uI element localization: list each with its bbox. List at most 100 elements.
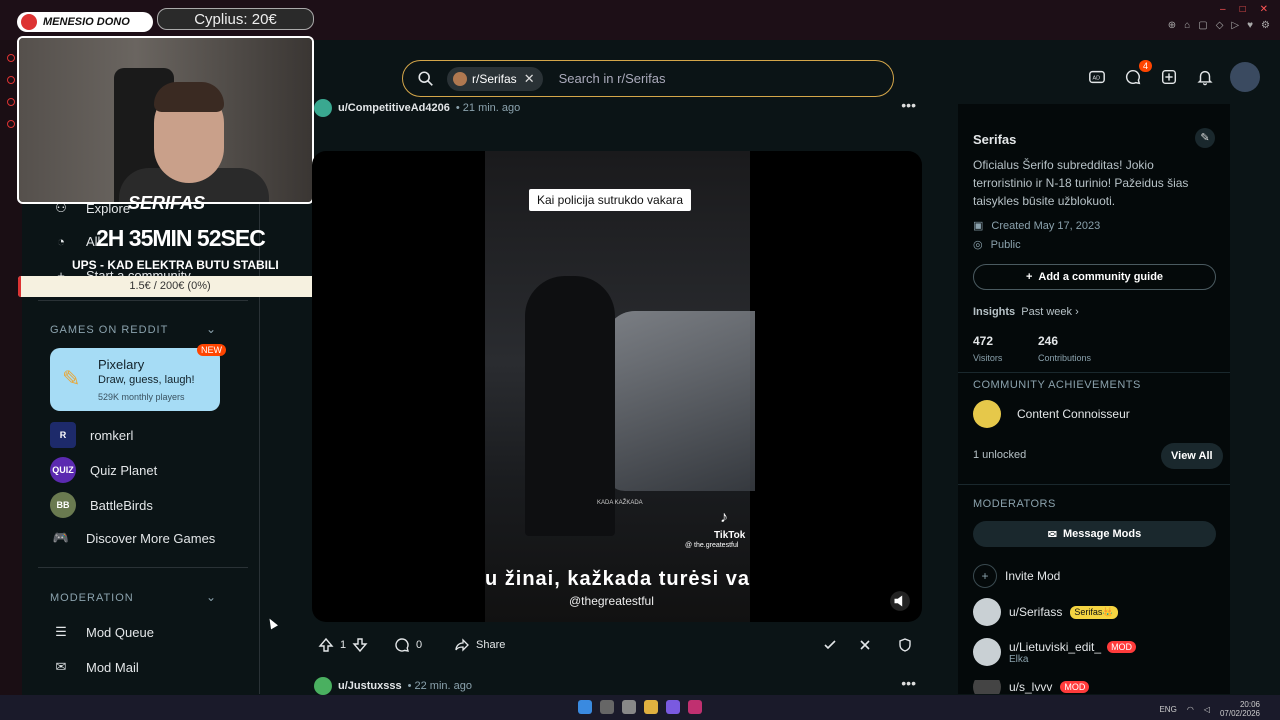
- post-video[interactable]: Kai policija sutrukdo vakara KADA KAŽKAD…: [312, 151, 922, 622]
- sidebar-item-romkerl[interactable]: R romkerl: [50, 422, 133, 448]
- side-app-icon[interactable]: [7, 98, 15, 106]
- comments-button[interactable]: 0: [394, 631, 422, 659]
- add-community-guide-button[interactable]: + Add a community guide: [973, 264, 1216, 290]
- sidebar-item-mod-queue[interactable]: ☰ Mod Queue: [50, 621, 154, 643]
- zoom-icon[interactable]: ⊕: [1168, 20, 1176, 31]
- moderators-label: MODERATORS: [973, 498, 1056, 510]
- post-author[interactable]: u/Justuxsss: [338, 680, 402, 692]
- volume-icon[interactable]: ◁: [1204, 705, 1210, 714]
- minimize-icon[interactable]: –: [1220, 4, 1226, 15]
- chevron-down-icon[interactable]: ⌄: [206, 590, 216, 604]
- created-date: Created May 17, 2023: [991, 219, 1101, 232]
- notifications-icon[interactable]: [1194, 66, 1216, 88]
- moderation-section-label[interactable]: MODERATION: [50, 592, 134, 604]
- sidebar-item-battlebirds[interactable]: BB BattleBirds: [50, 492, 153, 518]
- side-app-icon[interactable]: [7, 120, 15, 128]
- clock-date: 07/02/2026: [1219, 709, 1260, 718]
- pencil-icon: ✎: [62, 366, 81, 391]
- sidebar-item-label: romkerl: [90, 427, 134, 443]
- webcam-overlay: [17, 36, 314, 204]
- search-input[interactable]: Search in r/Serifas: [559, 71, 666, 86]
- post-author-avatar[interactable]: [314, 99, 332, 117]
- search-bar[interactable]: r/Serifas ✕ Search in r/Serifas: [402, 60, 894, 97]
- moderator-name[interactable]: u/Lietuviski_edit_: [1009, 640, 1101, 654]
- community-visibility: ◎ Public: [973, 238, 1021, 252]
- community-search-chip[interactable]: r/Serifas ✕: [447, 66, 543, 91]
- side-app-icon[interactable]: [7, 76, 15, 84]
- sidebar-item-label: Mod Queue: [86, 624, 154, 640]
- heart-icon[interactable]: ♥: [1247, 20, 1253, 31]
- achievement-item[interactable]: Content Connoisseur: [973, 400, 1130, 428]
- queue-icon: ☰: [55, 624, 67, 639]
- settings-icon[interactable]: [622, 700, 636, 714]
- browser-icon[interactable]: [688, 700, 702, 714]
- mod-shield-button[interactable]: [897, 631, 913, 659]
- clock[interactable]: 20:06 07/02/2026: [1220, 700, 1260, 718]
- button-label: Message Mods: [1062, 528, 1142, 540]
- play-icon[interactable]: ▷: [1231, 20, 1239, 31]
- moderator-name[interactable]: u/Serifass: [1009, 605, 1062, 619]
- windows-start-icon[interactable]: [578, 700, 592, 714]
- extensions-icon[interactable]: ⚙: [1261, 20, 1270, 31]
- unlocked-count: 1 unlocked: [973, 449, 1027, 461]
- sidebar-item-all[interactable]: ◔ All: [50, 230, 100, 252]
- games-section-label[interactable]: GAMES ON REDDIT: [50, 324, 168, 336]
- visitors-count: 472: [973, 334, 994, 348]
- moderator-avatar: [973, 638, 1001, 666]
- moderator-item[interactable]: u/Serifass Serifas👑: [973, 598, 1118, 626]
- shield-icon[interactable]: ◇: [1216, 20, 1224, 31]
- tiktok-icon: ♪: [720, 509, 728, 526]
- clear-chip-icon[interactable]: ✕: [524, 71, 535, 87]
- post-author[interactable]: u/CompetitiveAd4206: [338, 102, 450, 114]
- insights-label[interactable]: Insights Past week ›: [973, 306, 1079, 318]
- divider: [958, 372, 1230, 373]
- moderator-item[interactable]: u/s_lvvv MOD: [973, 680, 1090, 694]
- close-icon[interactable]: ✕: [1260, 4, 1268, 15]
- create-post-icon[interactable]: [1158, 66, 1180, 88]
- shield-icon: [899, 638, 911, 652]
- insights-range[interactable]: Past week ›: [1021, 306, 1078, 318]
- downvote-icon[interactable]: [352, 637, 368, 653]
- view-all-button[interactable]: View All: [1161, 443, 1223, 469]
- taskview-icon[interactable]: [600, 700, 614, 714]
- pixelary-game-card[interactable]: ✎ Pixelary Draw, guess, laugh! 529K mont…: [50, 344, 226, 411]
- wifi-icon[interactable]: ◠: [1187, 705, 1194, 714]
- upvote-icon[interactable]: [318, 637, 334, 653]
- share-button[interactable]: Share: [454, 631, 505, 659]
- chat-icon[interactable]: 4: [1122, 60, 1152, 88]
- webcam-person-hair: [154, 82, 224, 112]
- more-options-icon[interactable]: •••: [901, 675, 916, 691]
- moderator-item[interactable]: u/Lietuviski_edit_ MOD Elka: [973, 638, 1137, 666]
- edit-icon[interactable]: ✎: [1195, 128, 1215, 148]
- insights-title: Insights: [973, 306, 1016, 318]
- user-avatar[interactable]: [1230, 62, 1260, 92]
- sidebar-item-mod-mail[interactable]: ✉ Mod Mail: [50, 656, 139, 678]
- side-app-icon[interactable]: [7, 54, 15, 62]
- moderator-subtitle: Elka: [1009, 653, 1029, 665]
- post-author-avatar[interactable]: [314, 677, 332, 695]
- approve-button[interactable]: [822, 631, 838, 659]
- discord-icon[interactable]: [666, 700, 680, 714]
- moderator-name[interactable]: u/s_lvvv: [1009, 680, 1052, 694]
- pin-icon[interactable]: ⌂: [1184, 20, 1190, 31]
- svg-text:AD: AD: [1093, 76, 1101, 82]
- advertise-icon[interactable]: AD: [1086, 66, 1108, 88]
- language-indicator[interactable]: ENG: [1159, 705, 1176, 714]
- chevron-down-icon[interactable]: ⌄: [206, 322, 216, 336]
- volume-icon[interactable]: [889, 590, 911, 612]
- divider: [958, 484, 1230, 485]
- all-icon: ◔: [57, 233, 65, 249]
- message-mods-button[interactable]: ✉ Message Mods: [973, 521, 1216, 547]
- maximize-icon[interactable]: □: [1240, 4, 1246, 15]
- visitors-label: Visitors: [973, 353, 1003, 363]
- tab-icon[interactable]: ▢: [1198, 20, 1207, 31]
- more-options-icon[interactable]: •••: [901, 97, 916, 113]
- sidebar-item-discover-games[interactable]: 🎮 Discover More Games: [50, 527, 215, 549]
- community-avatar: [453, 71, 467, 86]
- sidebar-item-quiz-planet[interactable]: QUIZ Quiz Planet: [50, 457, 157, 483]
- folder-icon[interactable]: [644, 700, 658, 714]
- remove-button[interactable]: [857, 631, 873, 659]
- system-tray: ENG ◠ ◁ 20:06 07/02/2026: [1159, 700, 1260, 718]
- invite-mod-button[interactable]: + Invite Mod: [973, 564, 1060, 588]
- button-label: Add a community guide: [1038, 271, 1164, 283]
